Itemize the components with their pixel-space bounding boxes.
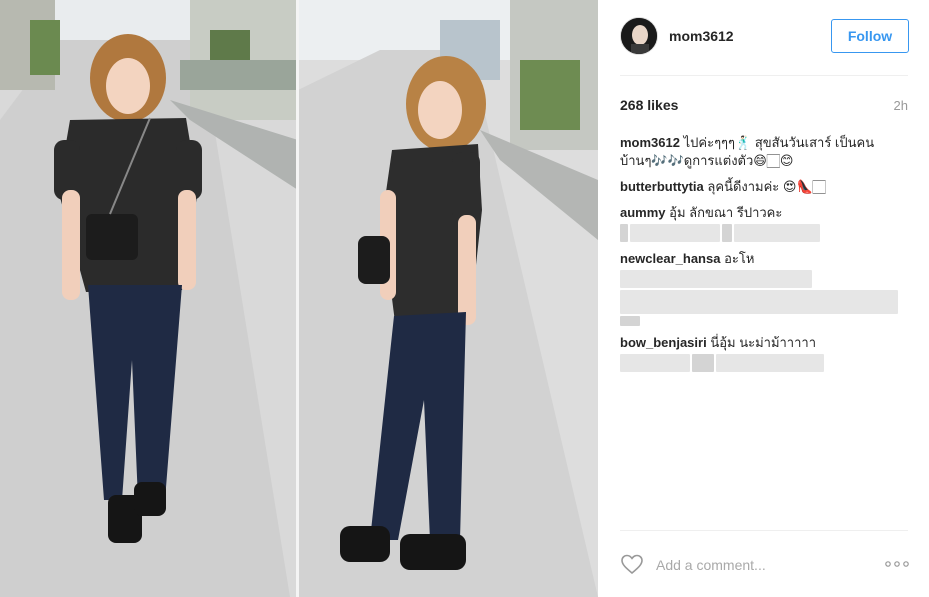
comment-item: bow_benjasiri นี่อุ้ม นะม่าม้าาาาา [620, 334, 908, 372]
post-time[interactable]: 2h [894, 98, 908, 113]
blurred-text-block [620, 224, 628, 242]
heart-icon-svg [621, 554, 643, 575]
blurred-comment [620, 316, 908, 326]
comment-text: อะโห [724, 251, 755, 266]
post-side-panel: mom3612 Follow 268 likes 2h mom3612 ไปค่… [598, 0, 929, 597]
footer-divider [620, 530, 908, 531]
comment-item: newclear_hansa อะโห [620, 250, 908, 326]
post-username[interactable]: mom3612 [669, 28, 734, 44]
comment-text: ลุคนี้ดีงามค่ะ 😍👠🏻 [707, 179, 826, 194]
instagram-post-view: mom3612 Follow 268 likes 2h mom3612 ไปค่… [0, 0, 929, 597]
add-comment-input[interactable] [656, 554, 856, 576]
likes-count[interactable]: 268 likes [620, 97, 678, 113]
blurred-text-block [734, 224, 820, 242]
follow-button[interactable]: Follow [831, 19, 909, 53]
blurred-text-block [716, 354, 824, 372]
heart-icon[interactable] [620, 552, 644, 576]
post-header: mom3612 Follow [620, 16, 909, 58]
comment-item: aummy อุ้ม ลักขณา รีปาวคะ [620, 204, 908, 242]
comment-username[interactable]: newclear_hansa [620, 251, 720, 266]
comment-username[interactable]: mom3612 [620, 135, 680, 150]
post-photo[interactable] [0, 0, 598, 597]
comment-username[interactable]: bow_benjasiri [620, 335, 707, 350]
comments-list: mom3612 ไปค่ะๆๆๆ🕺🏻 สุขสันวันเสาร์ เป็นคน… [620, 134, 908, 380]
avatar-image [621, 18, 657, 54]
blurred-comment [620, 290, 908, 314]
blurred-comment [620, 224, 908, 242]
comment-item: mom3612 ไปค่ะๆๆๆ🕺🏻 สุขสันวันเสาร์ เป็นคน… [620, 134, 908, 170]
comment-item: butterbuttytia ลุคนี้ดีงามค่ะ 😍👠🏻 [620, 178, 908, 196]
more-dots [885, 561, 909, 567]
header-divider [620, 75, 908, 76]
blurred-text-block [620, 316, 640, 326]
comment-text: อุ้ม ลักขณา รีปาวคะ [669, 205, 783, 220]
profile-avatar[interactable] [620, 17, 658, 55]
blurred-text-block [630, 224, 720, 242]
post-image [0, 0, 598, 597]
blurred-text-block [620, 270, 812, 288]
blurred-comment [620, 354, 908, 372]
blurred-text-block [722, 224, 732, 242]
blurred-comment [620, 270, 908, 288]
blurred-text-block [692, 354, 714, 372]
blurred-text-block [620, 290, 898, 314]
comment-text: นี่อุ้ม นะม่าม้าาาาา [710, 335, 817, 350]
comment-username[interactable]: aummy [620, 205, 666, 220]
blurred-text-block [620, 354, 690, 372]
comment-username[interactable]: butterbuttytia [620, 179, 704, 194]
more-options-icon[interactable] [885, 557, 909, 571]
